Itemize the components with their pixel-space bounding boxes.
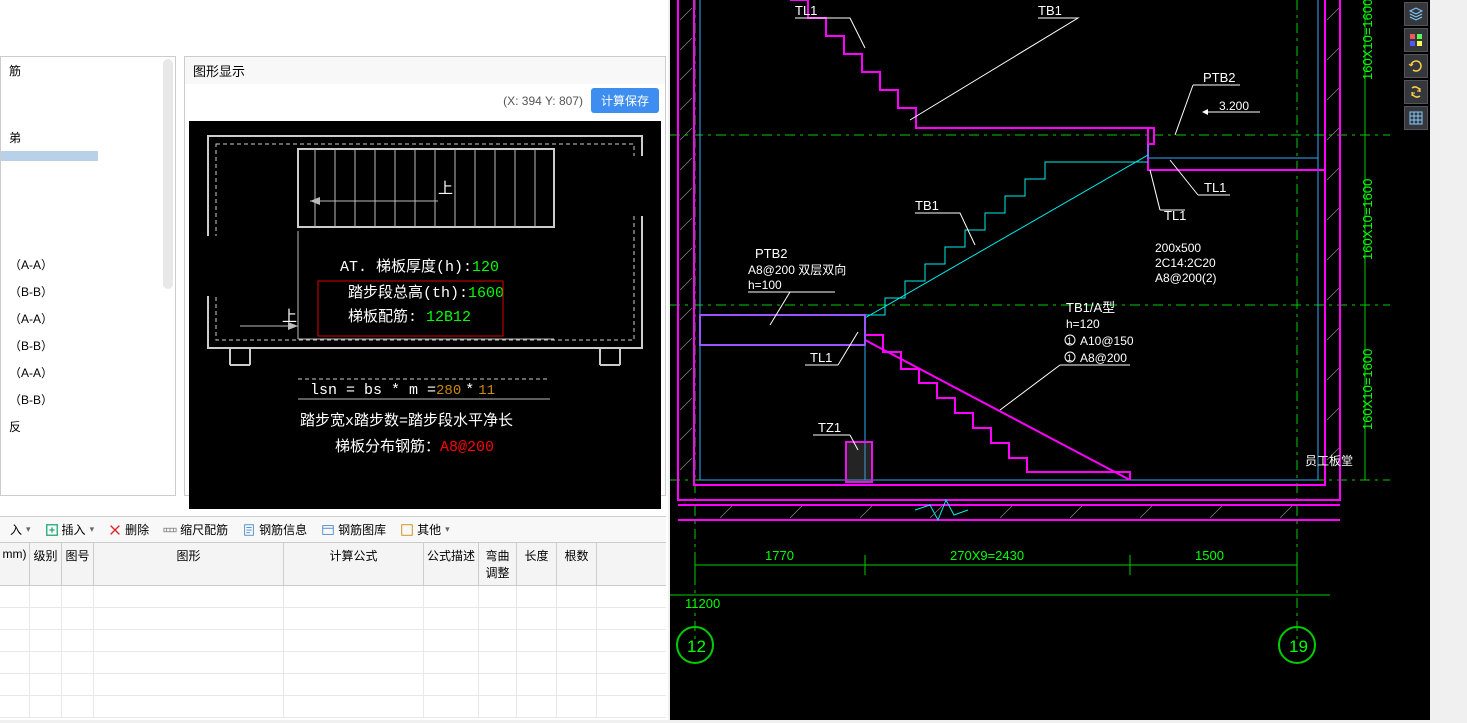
svg-text:梯板分布钢筋：A8@200: 梯板分布钢筋：A8@200: [335, 437, 494, 456]
grid-header-cell: 图号: [62, 543, 94, 585]
tree-item[interactable]: （A-A）: [1, 251, 175, 278]
svg-text:h=100: h=100: [748, 278, 782, 292]
layers-icon[interactable]: [1404, 2, 1428, 26]
svg-text:踏步宽x踏步数=踏步段水平净长: 踏步宽x踏步数=踏步段水平净长: [300, 412, 513, 430]
svg-text:160X10=1600: 160X10=1600: [1360, 0, 1375, 80]
svg-text:1: 1: [1067, 353, 1072, 363]
grid-icon[interactable]: [1404, 106, 1428, 130]
insert-button[interactable]: 插入▾: [39, 519, 101, 540]
svg-text:11200: 11200: [685, 596, 720, 611]
other-button[interactable]: 其他▾: [394, 519, 456, 540]
rebar-info-button[interactable]: 钢筋信息: [236, 519, 313, 540]
svg-text:19: 19: [1289, 637, 1308, 656]
tree-item[interactable]: 反: [1, 413, 175, 440]
table-row[interactable]: [0, 586, 666, 608]
tree-item[interactable]: （B-B）: [1, 386, 175, 413]
svg-text:200x500: 200x500: [1155, 241, 1201, 255]
tree-item[interactable]: （B-B）: [1, 332, 175, 359]
calc-save-button[interactable]: 计算保存: [591, 88, 659, 113]
grid-header-cell: 弯曲调整: [479, 543, 517, 585]
table-row[interactable]: [0, 608, 666, 630]
tree-item[interactable]: 弟: [1, 124, 175, 151]
svg-text:PTB2: PTB2: [755, 246, 788, 261]
svg-text:PTB2: PTB2: [1203, 70, 1236, 85]
tree-panel[interactable]: 筋 弟 （A-A） （B-B） （A-A） （B-B） （A-A） （B-B） …: [0, 56, 176, 496]
svg-text:1: 1: [1067, 336, 1072, 346]
svg-text:TL1: TL1: [810, 350, 832, 365]
table-row[interactable]: [0, 696, 666, 718]
insert-top-button[interactable]: 入▾: [4, 519, 37, 540]
svg-text:梯板配筋: 12B12: 梯板配筋: 12B12: [348, 307, 471, 326]
svg-text:A10@150: A10@150: [1080, 334, 1134, 348]
svg-text:TZ1: TZ1: [818, 420, 841, 435]
restore-icon[interactable]: [1404, 54, 1428, 78]
grid-header-cell: mm): [0, 543, 30, 585]
svg-text:160X10=1600: 160X10=1600: [1360, 179, 1375, 260]
svg-text:TB1/A型: TB1/A型: [1066, 300, 1115, 315]
svg-text:1500: 1500: [1195, 548, 1224, 563]
grid-header-row: mm)级别图号图形计算公式公式描述弯曲调整长度根数: [0, 542, 666, 586]
svg-text:270X9=2430: 270X9=2430: [950, 548, 1024, 563]
grid-header-cell: 级别: [30, 543, 62, 585]
svg-text:3.200: 3.200: [1219, 99, 1249, 113]
tree-item[interactable]: （B-B）: [1, 278, 175, 305]
grid-header-cell: 根数: [557, 543, 597, 585]
svg-text:员工板堂: 员工板堂: [1305, 454, 1353, 468]
svg-text:A8@200 双层双向: A8@200 双层双向: [748, 262, 846, 277]
svg-text:TL1: TL1: [795, 3, 817, 18]
delete-button[interactable]: 删除: [102, 519, 155, 540]
svg-text:lsn = bs * m =280*11: lsn = bs * m =280*11: [310, 382, 495, 399]
right-toolbar: [1404, 2, 1428, 130]
svg-text:2C14:2C20: 2C14:2C20: [1155, 256, 1216, 270]
svg-text:160X10=1600: 160X10=1600: [1360, 349, 1375, 430]
svg-text:踏步段总高(th):1600: 踏步段总高(th):1600: [348, 284, 504, 302]
svg-text:12: 12: [687, 637, 706, 656]
svg-text:上: 上: [438, 180, 453, 198]
palette-icon[interactable]: [1404, 28, 1428, 52]
graphic-canvas[interactable]: 上 上 AT. 梯板厚度(h):120 踏步段总高(th):1600 梯板配筋:…: [189, 121, 661, 509]
svg-text:TB1: TB1: [1038, 3, 1062, 18]
refresh-icon[interactable]: [1404, 80, 1428, 104]
coord-readout: (X: 394 Y: 807): [503, 94, 583, 108]
svg-text:1770: 1770: [765, 548, 794, 563]
svg-text:h=120: h=120: [1066, 317, 1100, 331]
graphic-title: 图形显示: [185, 57, 665, 84]
grid-header-cell: 长度: [517, 543, 557, 585]
svg-text:AT. 梯板厚度(h):120: AT. 梯板厚度(h):120: [340, 257, 499, 276]
graphic-panel: 图形显示 (X: 394 Y: 807) 计算保存: [184, 56, 666, 496]
tree-item[interactable]: 筋: [1, 57, 175, 84]
svg-text:TB1: TB1: [915, 198, 939, 213]
rebar-lib-button[interactable]: 钢筋图库: [315, 519, 392, 540]
grid-header-cell: 公式描述: [424, 543, 479, 585]
tree-scrollbar[interactable]: [163, 59, 173, 289]
rebar-grid[interactable]: mm)级别图号图形计算公式公式描述弯曲调整长度根数: [0, 542, 666, 718]
grid-header-cell: 图形: [94, 543, 284, 585]
table-row[interactable]: [0, 630, 666, 652]
tree-item[interactable]: （A-A）: [1, 305, 175, 332]
table-row[interactable]: [0, 674, 666, 696]
ruler-button[interactable]: 缩尺配筋: [157, 519, 234, 540]
svg-text:A8@200(2): A8@200(2): [1155, 271, 1217, 285]
table-row[interactable]: [0, 652, 666, 674]
svg-text:TL1: TL1: [1204, 180, 1226, 195]
tree-item[interactable]: （A-A）: [1, 359, 175, 386]
tree-item-selected[interactable]: [1, 151, 98, 161]
cad-viewport[interactable]: 160X10=1600 160X10=1600 160X10=1600: [670, 0, 1430, 720]
rebar-toolbar: 入▾ 插入▾ 删除 缩尺配筋 钢筋信息 钢筋图库 其他▾: [0, 516, 666, 542]
grid-header-cell: 计算公式: [284, 543, 424, 585]
svg-text:A8@200: A8@200: [1080, 351, 1127, 365]
